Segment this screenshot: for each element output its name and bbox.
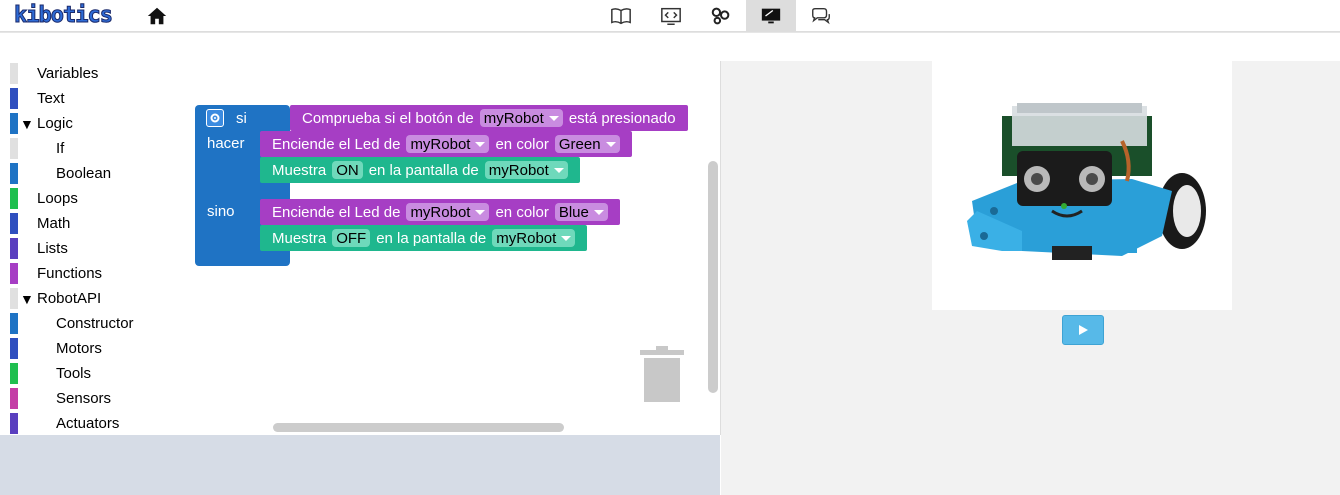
expand-triangle-icon[interactable]: ▼ [20,291,34,307]
trash-icon[interactable] [640,346,684,402]
chat-icon[interactable] [796,0,846,31]
expand-triangle-icon[interactable]: ▼ [20,116,34,132]
toolbox-item-sensors[interactable]: Sensors [0,386,150,411]
category-color-bar [10,238,18,259]
toolbox-item-label: Variables [37,65,99,82]
workspace-vertical-scrollbar[interactable] [708,161,718,393]
category-color-bar [10,263,18,284]
bottom-panel [0,435,720,495]
workspace-horizontal-scrollbar[interactable] [273,423,564,432]
led-on-prefix: Enciende el Led de [272,135,401,153]
show-on-prefix: Muestra [272,161,327,179]
toolbox-item-robotapi[interactable]: ▼ RobotAPI [0,286,150,311]
toolbox-item-math[interactable]: Math [0,211,150,236]
led-on-block[interactable]: Enciende el Led de myRobot en color Gree… [260,131,632,157]
robot-parts-icon[interactable] [696,0,746,31]
toolbox-item-label: If [56,140,65,157]
category-color-bar [10,113,18,134]
gear-icon[interactable] [206,109,224,127]
toolbox-item-logic[interactable]: ▼ Logic [0,111,150,136]
show-on-block[interactable]: Muestra ON en la pantalla de myRobot [260,157,580,183]
category-color-bar [10,138,18,159]
url-bar[interactable] [0,32,1340,62]
blockly-workspace[interactable]: si hacer sino Comprueba si el botón de m… [150,61,721,435]
toolbox-item-functions[interactable]: Functions [0,261,150,286]
category-color-bar [10,388,18,409]
show-off-mid: en la pantalla de [376,229,487,247]
home-icon[interactable] [146,5,168,27]
toolbox-item-motors[interactable]: Motors [0,336,150,361]
led-on-mid: en color [495,135,549,153]
toolbox-item-lists[interactable]: Lists [0,236,150,261]
category-color-bar [10,413,18,434]
toolbox-item-label: Actuators [56,415,120,432]
toolbox-item-tools[interactable]: Tools [0,361,150,386]
toolbox-item-variables[interactable]: Variables [0,61,150,86]
toolbox-item-label: Loops [37,190,78,207]
toolbox-item-label: Motors [56,340,102,357]
toolbox-item-label: Sensors [56,390,112,407]
toolbox-item-if[interactable]: If [0,136,150,161]
toolbox-item-label: Functions [37,265,103,282]
led-off-block[interactable]: Enciende el Led de myRobot en color Blue [260,199,620,225]
toolbox-item-loops[interactable]: Loops [0,186,150,211]
if-hacer-label: hacer [207,134,245,152]
toolbox-item-label: Tools [56,365,92,382]
screen-icon[interactable] [746,0,796,31]
led-on-color-dropdown[interactable]: Green [554,135,620,153]
play-button[interactable] [1062,315,1104,345]
toolbox-item-label: Boolean [56,165,112,182]
condition-suffix: está presionado [568,109,676,127]
toolbox-item-label: Math [37,215,71,232]
led-on-robot-dropdown[interactable]: myRobot [406,135,490,153]
show-on-mid: en la pantalla de [368,161,479,179]
condition-robot-dropdown[interactable]: myRobot [479,109,563,127]
simulator-pane [721,61,1340,495]
toolbox: Variables Text ▼ Logic If Boolean Loops Math Lis… [0,61,150,435]
toolbox-item-label: Text [37,90,65,107]
toolbox-item-constructor[interactable]: Constructor [0,311,150,336]
show-off-value-field[interactable]: OFF [332,229,371,247]
category-color-bar [10,338,18,359]
led-off-prefix: Enciende el Led de [272,203,401,221]
play-icon [1079,325,1088,335]
category-color-bar [10,88,18,109]
toolbox-item-label: RobotAPI [37,290,102,307]
button-pressed-condition[interactable]: Comprueba si el botón de myRobot está pr… [290,105,688,131]
robot-image [932,61,1232,310]
show-off-block[interactable]: Muestra OFF en la pantalla de myRobot [260,225,588,251]
if-si-label: si [236,109,247,127]
led-off-color-dropdown[interactable]: Blue [554,203,608,221]
led-off-mid: en color [495,203,549,221]
toolbox-item-label: Constructor [56,315,134,332]
show-off-robot-dropdown[interactable]: myRobot [492,229,576,247]
category-color-bar [10,288,18,309]
show-on-value-field[interactable]: ON [332,161,363,179]
if-sino-label: sino [207,202,235,220]
toolbox-item-text[interactable]: Text [0,86,150,111]
category-color-bar [10,213,18,234]
category-color-bar [10,163,18,184]
book-icon[interactable] [596,0,646,31]
toolbox-item-label: Logic [37,115,73,132]
category-color-bar [10,63,18,84]
category-color-bar [10,313,18,334]
code-icon[interactable] [646,0,696,31]
kibotics-logo[interactable]: kibotics [14,3,114,29]
top-bar: kibotics [0,0,1340,32]
category-color-bar [10,363,18,384]
show-off-prefix: Muestra [272,229,327,247]
led-off-robot-dropdown[interactable]: myRobot [406,203,490,221]
toolbox-item-boolean[interactable]: Boolean [0,161,150,186]
condition-prefix: Comprueba si el botón de [302,109,474,127]
toolbox-item-label: Lists [37,240,68,257]
toolbox-item-actuators[interactable]: Actuators [0,411,150,436]
show-on-robot-dropdown[interactable]: myRobot [484,161,568,179]
category-color-bar [10,188,18,209]
